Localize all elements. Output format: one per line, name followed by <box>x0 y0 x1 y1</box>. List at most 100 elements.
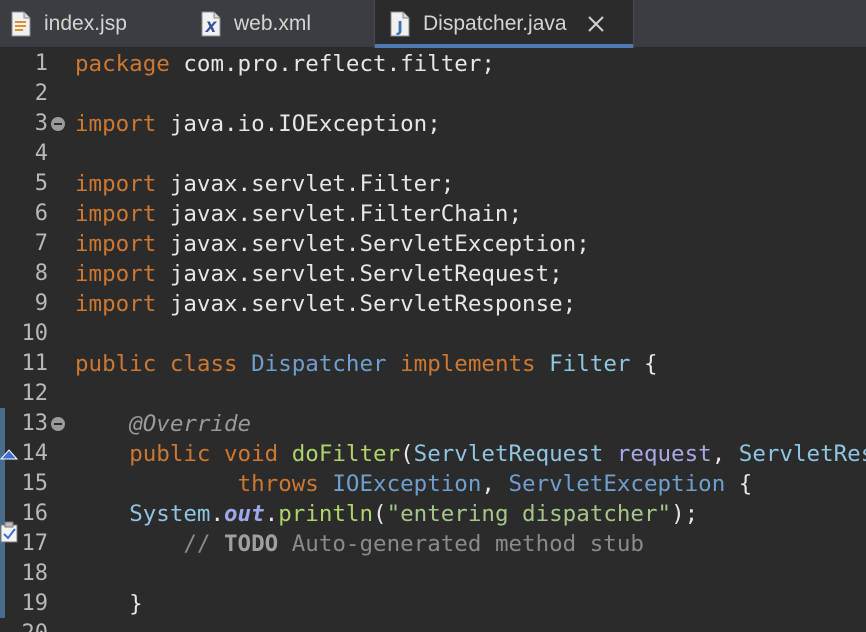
code-line[interactable]: public class Dispatcher implements Filte… <box>75 349 658 379</box>
code-line[interactable]: package com.pro.reflect.filter; <box>75 49 495 79</box>
svg-text:J: J <box>396 18 403 36</box>
line-number-row: 3 <box>0 109 74 139</box>
code-token: javax.servlet.Filter; <box>156 171 455 197</box>
line-number-gutter: 1234567891011121314151617181920 <box>0 48 74 632</box>
tab-index-jsp[interactable]: index.jsp <box>10 0 190 48</box>
code-token: { <box>630 351 658 377</box>
line-number-row: 10 <box>0 319 74 349</box>
code-token: Auto-generated method stub <box>278 531 644 557</box>
line-number: 3 <box>34 111 48 136</box>
code-token: Dispatcher <box>251 351 387 377</box>
task-marker-icon[interactable] <box>0 521 18 543</box>
code-line[interactable]: import java.io.IOException; <box>75 109 441 139</box>
code-token: println <box>278 501 374 527</box>
code-token: . <box>264 501 279 527</box>
code-token: System <box>129 501 211 527</box>
code-token: , <box>481 471 509 497</box>
line-number-row: 14 <box>0 439 74 469</box>
code-token: public class <box>75 351 252 377</box>
code-token: ( <box>400 441 414 467</box>
line-number-row: 19 <box>0 589 74 619</box>
line-number: 2 <box>34 81 48 106</box>
fold-collapse-icon[interactable] <box>51 117 65 131</box>
code-token: out <box>224 501 265 527</box>
code-line[interactable]: import javax.servlet.ServletRequest; <box>75 259 563 289</box>
code-line[interactable]: throws IOException, ServletException { <box>75 469 753 499</box>
code-line[interactable]: import javax.servlet.ServletResponse; <box>75 289 576 319</box>
code-token: , <box>711 441 739 467</box>
code-token: // <box>183 531 225 557</box>
line-number: 20 <box>0 619 49 632</box>
line-number-row: 20 <box>0 619 74 632</box>
code-token: ServletRequest <box>413 441 604 467</box>
line-number: 8 <box>34 261 48 286</box>
line-number-row: 9 <box>0 289 74 319</box>
jsp-file-icon <box>11 11 31 37</box>
code-token: public void <box>129 441 292 467</box>
line-number-row: 11 <box>0 349 74 379</box>
code-token: doFilter <box>291 441 401 467</box>
close-icon[interactable] <box>585 13 607 35</box>
line-number-row: 12 <box>0 379 74 409</box>
code-token: Filter <box>549 351 631 377</box>
code-token: javax.servlet.ServletException; <box>156 231 590 257</box>
code-line[interactable]: import javax.servlet.FilterChain; <box>75 199 522 229</box>
code-token: java.io.IOException; <box>156 111 441 137</box>
code-line[interactable]: System.out.println("entering dispatcher"… <box>75 499 698 529</box>
code-token: import <box>75 261 157 287</box>
code-token: IOException <box>332 471 482 497</box>
line-number-row: 15 <box>0 469 74 499</box>
line-number: 5 <box>34 171 48 196</box>
line-number: 7 <box>34 231 48 256</box>
editor-tab-bar: index.jsp X web.xml J Dispatcher.java <box>0 0 866 48</box>
tab-web-xml[interactable]: X web.xml <box>200 0 370 48</box>
line-number-row: 8 <box>0 259 74 289</box>
line-number: 18 <box>21 561 49 586</box>
code-line[interactable]: import javax.servlet.Filter; <box>75 169 454 199</box>
code-line[interactable]: @Override <box>75 409 251 439</box>
line-number: 4 <box>34 141 48 166</box>
line-number: 13 <box>21 411 49 436</box>
code-editor[interactable]: 1234567891011121314151617181920 package … <box>0 48 866 632</box>
code-token: import <box>75 201 157 227</box>
code-line[interactable]: // TODO Auto-generated method stub <box>75 529 644 559</box>
code-token: import <box>75 171 157 197</box>
line-number: 11 <box>21 351 49 376</box>
code-token: javax.servlet.ServletResponse; <box>156 291 577 317</box>
code-token: implements <box>386 351 550 377</box>
line-number-row: 17 <box>0 521 74 559</box>
line-number-row: 18 <box>0 559 74 589</box>
override-marker-icon[interactable] <box>0 448 18 460</box>
code-line[interactable]: import javax.servlet.ServletException; <box>75 229 590 259</box>
code-token: ); <box>671 501 699 527</box>
code-token: request <box>616 441 712 467</box>
line-number-row: 13 <box>0 409 74 439</box>
code-token: throws <box>237 471 333 497</box>
code-token: package <box>75 51 170 77</box>
code-token: ( <box>373 501 387 527</box>
line-number: 10 <box>21 321 49 346</box>
code-token: } <box>75 591 143 617</box>
code-token: ServletException <box>508 471 726 497</box>
tab-label: Dispatcher.java <box>423 12 567 35</box>
line-number-row: 5 <box>0 169 74 199</box>
line-number-row: 4 <box>0 139 74 169</box>
tab-dispatcher-java[interactable]: J Dispatcher.java <box>374 0 634 48</box>
code-line[interactable]: } <box>75 589 143 619</box>
line-number-row: 6 <box>0 199 74 229</box>
code-token: ServletResponse <box>738 441 866 467</box>
code-token: javax.servlet.ServletRequest; <box>156 261 563 287</box>
tab-label: index.jsp <box>44 12 127 35</box>
code-line[interactable]: public void doFilter(ServletRequest requ… <box>75 439 866 469</box>
line-number-row: 7 <box>0 229 74 259</box>
code-token: "entering dispatcher" <box>386 501 672 527</box>
code-token: . <box>210 501 225 527</box>
fold-collapse-icon[interactable] <box>51 417 65 431</box>
code-token: @Override <box>129 411 252 437</box>
